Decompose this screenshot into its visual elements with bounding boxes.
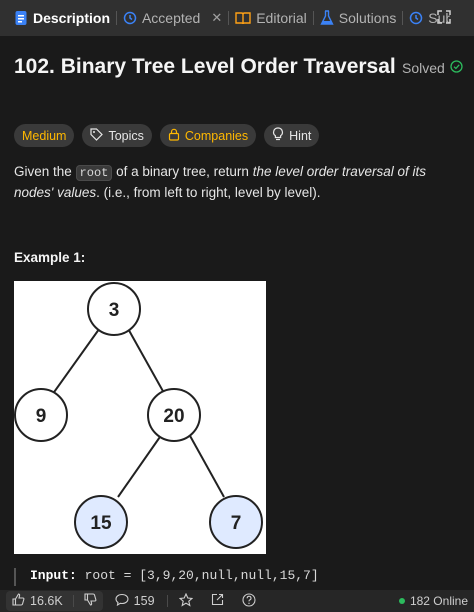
tab-description[interactable]: Description <box>8 0 116 36</box>
companies-label: Companies <box>184 128 249 143</box>
history-icon <box>123 11 137 25</box>
inline-code: root <box>75 165 113 181</box>
input-value: root = [3,9,20,null,null,15,7] <box>84 568 319 583</box>
comment-icon <box>115 593 129 609</box>
problem-tags: Medium Topics Companies Hint <box>14 124 320 147</box>
flask-icon <box>320 10 334 26</box>
tree-edge <box>51 324 103 396</box>
bottom-bar: 16.6K 159 182 Online <box>0 590 474 612</box>
tree-edge <box>117 433 163 498</box>
comments-button[interactable]: 159 <box>115 593 155 609</box>
tab-accepted-label: Accepted <box>141 10 201 26</box>
tag-icon <box>90 127 104 144</box>
like-count: 16.6K <box>30 594 63 608</box>
tree-node-label: 20 <box>163 406 184 427</box>
tab-bar: Description Accepted ✕ Editorial Solutio… <box>0 0 474 36</box>
description-text: . (i.e., from left to right, level by le… <box>96 185 321 200</box>
problem-description: Given the root of a binary tree, return … <box>14 162 460 203</box>
example-heading: Example 1: <box>14 250 86 265</box>
expand-icon[interactable] <box>436 9 452 30</box>
difficulty-label: Medium <box>22 128 67 143</box>
divider <box>72 595 74 607</box>
lightbulb-icon <box>272 127 284 144</box>
book-icon <box>235 11 251 25</box>
tab-solutions-label: Solutions <box>338 10 397 26</box>
solved-label: Solved <box>402 60 445 76</box>
close-icon[interactable]: ✕ <box>211 10 222 26</box>
problem-title: 102. Binary Tree Level Order Traversal <box>14 55 396 78</box>
companies-button[interactable]: Companies <box>159 124 257 147</box>
tab-description-label: Description <box>33 10 111 26</box>
share-icon[interactable] <box>211 593 224 609</box>
tree-node-label: 3 <box>109 300 120 321</box>
description-text: Given the <box>14 164 76 179</box>
help-icon[interactable] <box>241 592 256 610</box>
tree-node-label: 15 <box>90 513 112 534</box>
example-tree-image: 3 9 20 15 7 <box>14 281 266 554</box>
topics-button[interactable]: Topics <box>82 124 152 147</box>
tab-editorial[interactable]: Editorial <box>229 0 313 36</box>
tree-node-label: 7 <box>231 513 242 534</box>
tab-accepted[interactable]: Accepted ✕ <box>117 0 228 36</box>
tab-solutions[interactable]: Solutions <box>314 0 403 36</box>
binary-tree-diagram: 3 9 20 15 7 <box>14 282 263 549</box>
topics-label: Topics <box>108 128 144 143</box>
divider <box>166 595 168 607</box>
online-dot-icon <box>398 598 405 604</box>
tab-editorial-label: Editorial <box>256 10 307 26</box>
check-circle-icon <box>450 60 463 76</box>
like-button[interactable]: 16.6K <box>6 591 103 611</box>
star-icon[interactable] <box>178 592 193 610</box>
online-count: 182 Online <box>409 594 468 608</box>
tree-edge <box>188 433 225 498</box>
hint-label: Hint <box>289 128 312 143</box>
example-input: Input: root = [3,9,20,null,null,15,7] <box>14 568 319 586</box>
difficulty-badge: Medium <box>14 124 75 147</box>
comment-count: 159 <box>133 594 155 608</box>
input-label: Input: <box>30 568 77 583</box>
thumbs-down-icon[interactable] <box>84 593 97 609</box>
thumbs-up-icon <box>12 593 25 609</box>
online-indicator: 182 Online <box>398 594 468 608</box>
tree-node-label: 9 <box>36 406 47 427</box>
solved-status: Solved <box>402 60 463 76</box>
history-icon <box>409 11 423 25</box>
tab-bar-fade <box>450 0 474 36</box>
tree-edge <box>125 324 165 394</box>
description-text: of a binary tree, return <box>112 164 253 179</box>
document-icon <box>14 10 28 26</box>
hint-button[interactable]: Hint <box>264 124 320 147</box>
lock-icon <box>168 128 180 144</box>
